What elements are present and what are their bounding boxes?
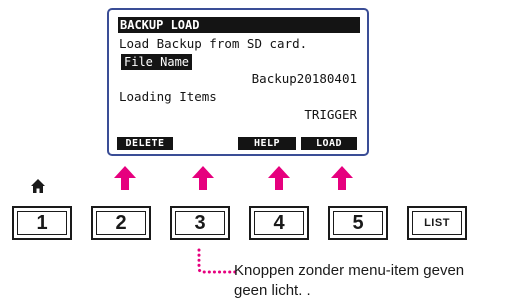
button-5-label: 5 bbox=[333, 211, 383, 235]
arrow-up-icon bbox=[268, 166, 290, 190]
button-4-label: 4 bbox=[254, 211, 304, 235]
file-name-label: File Name bbox=[121, 54, 193, 70]
loading-items-label: Loading Items bbox=[119, 89, 217, 104]
button-1[interactable]: 1 bbox=[12, 206, 72, 240]
button-3[interactable]: 3 bbox=[170, 206, 230, 240]
screen-line-load-backup: Load Backup from SD card. bbox=[119, 36, 308, 51]
list-button[interactable]: LIST bbox=[407, 206, 467, 240]
callout-line-1: Knoppen zonder menu-item geven bbox=[234, 262, 465, 279]
softkey-help: HELP bbox=[238, 137, 296, 150]
softkey-delete: DELETE bbox=[117, 137, 173, 150]
button-4[interactable]: 4 bbox=[249, 206, 309, 240]
callout-line-2: geen licht. . bbox=[234, 282, 311, 299]
arrow-up-icon bbox=[331, 166, 353, 190]
callout-dotted-line bbox=[197, 248, 238, 274]
lcd-screen: BACKUP LOAD Load Backup from SD card. Fi… bbox=[107, 8, 369, 156]
home-icon bbox=[31, 179, 45, 193]
button-2[interactable]: 2 bbox=[91, 206, 151, 240]
arrow-up-icon bbox=[192, 166, 214, 190]
button-1-label: 1 bbox=[17, 211, 67, 235]
arrow-up-icon bbox=[114, 166, 136, 190]
button-3-label: 3 bbox=[175, 211, 225, 235]
button-5[interactable]: 5 bbox=[328, 206, 388, 240]
list-button-label: LIST bbox=[412, 211, 462, 235]
loading-items-value: TRIGGER bbox=[304, 107, 357, 122]
screen-title: BACKUP LOAD bbox=[118, 17, 360, 33]
callout-note: Knoppen zonder menu-item geven geen lich… bbox=[234, 261, 520, 301]
softkey-load: LOAD bbox=[301, 137, 357, 150]
button-2-label: 2 bbox=[96, 211, 146, 235]
file-name-value: Backup20180401 bbox=[251, 71, 357, 86]
